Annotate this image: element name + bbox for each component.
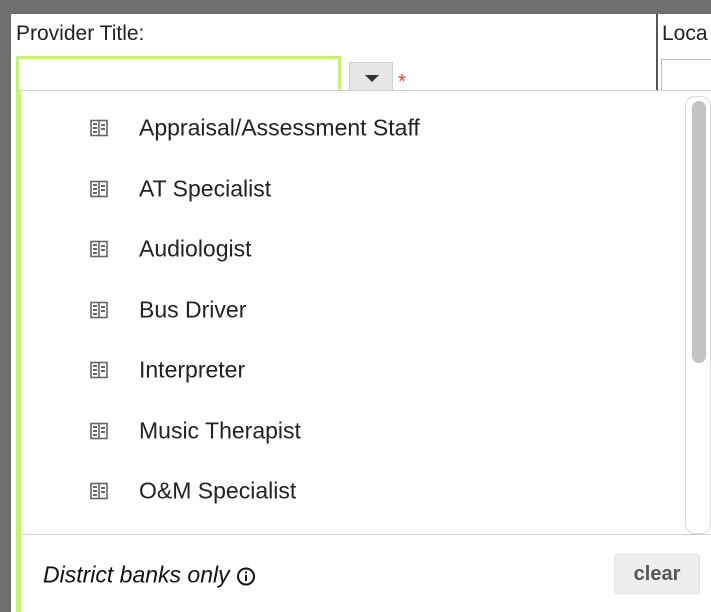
dropdown-option[interactable]: O&M Specialist	[21, 461, 685, 521]
dropdown-option-label: AT Specialist	[139, 175, 272, 201]
dropdown-option[interactable]: Music Therapist	[21, 401, 685, 461]
dropdown-option-label: Music Therapist	[139, 417, 301, 443]
provider-title-label: Provider Title:	[16, 22, 145, 45]
building-icon	[90, 240, 108, 258]
building-icon	[90, 361, 108, 379]
clear-button[interactable]: clear	[614, 554, 700, 594]
dropdown-option[interactable]: Audiologist	[21, 219, 685, 279]
window-frame-left	[0, 0, 11, 612]
building-icon	[90, 119, 108, 137]
dropdown-option-label: O&M Specialist	[139, 477, 297, 504]
district-banks-label: District banks only	[43, 561, 230, 588]
dropdown-toggle-button[interactable]	[349, 62, 393, 92]
provider-title-dropdown: Appraisal/Assessment Staff AT Specialist A…	[16, 90, 711, 612]
building-icon	[90, 180, 108, 197]
district-banks-filter[interactable]: District banks only	[43, 562, 256, 589]
window-frame-top	[0, 0, 711, 14]
dropdown-option-label: Appraisal/Assessment Staff	[139, 114, 420, 141]
dropdown-scrollbar[interactable]	[685, 96, 711, 534]
scrollbar-thumb[interactable]	[692, 101, 706, 363]
info-icon[interactable]	[236, 566, 256, 586]
form-panel: Provider Title: Loca * Appraisal/Assessm…	[11, 14, 711, 612]
column-divider	[656, 14, 658, 94]
dropdown-option[interactable]: Bus Driver	[21, 280, 685, 340]
dropdown-option[interactable]: AT Specialist	[21, 159, 685, 219]
dropdown-footer: District banks only clear	[21, 536, 711, 612]
dropdown-option-label: Bus Driver	[139, 296, 247, 322]
building-icon	[90, 301, 108, 318]
required-indicator: *	[398, 71, 406, 93]
dropdown-option[interactable]: Interpreter	[21, 340, 685, 400]
dropdown-options-list: Appraisal/Assessment Staff AT Specialist A…	[21, 98, 685, 530]
dropdown-option-label: Audiologist	[139, 235, 252, 262]
list-bottom-border	[21, 534, 711, 535]
building-icon	[90, 482, 108, 500]
location-label: Loca	[662, 22, 708, 45]
dropdown-option-label: Interpreter	[139, 356, 246, 383]
dropdown-option[interactable]: Appraisal/Assessment Staff	[21, 98, 685, 158]
dropdown-top-border	[21, 90, 711, 91]
building-icon	[90, 422, 108, 439]
